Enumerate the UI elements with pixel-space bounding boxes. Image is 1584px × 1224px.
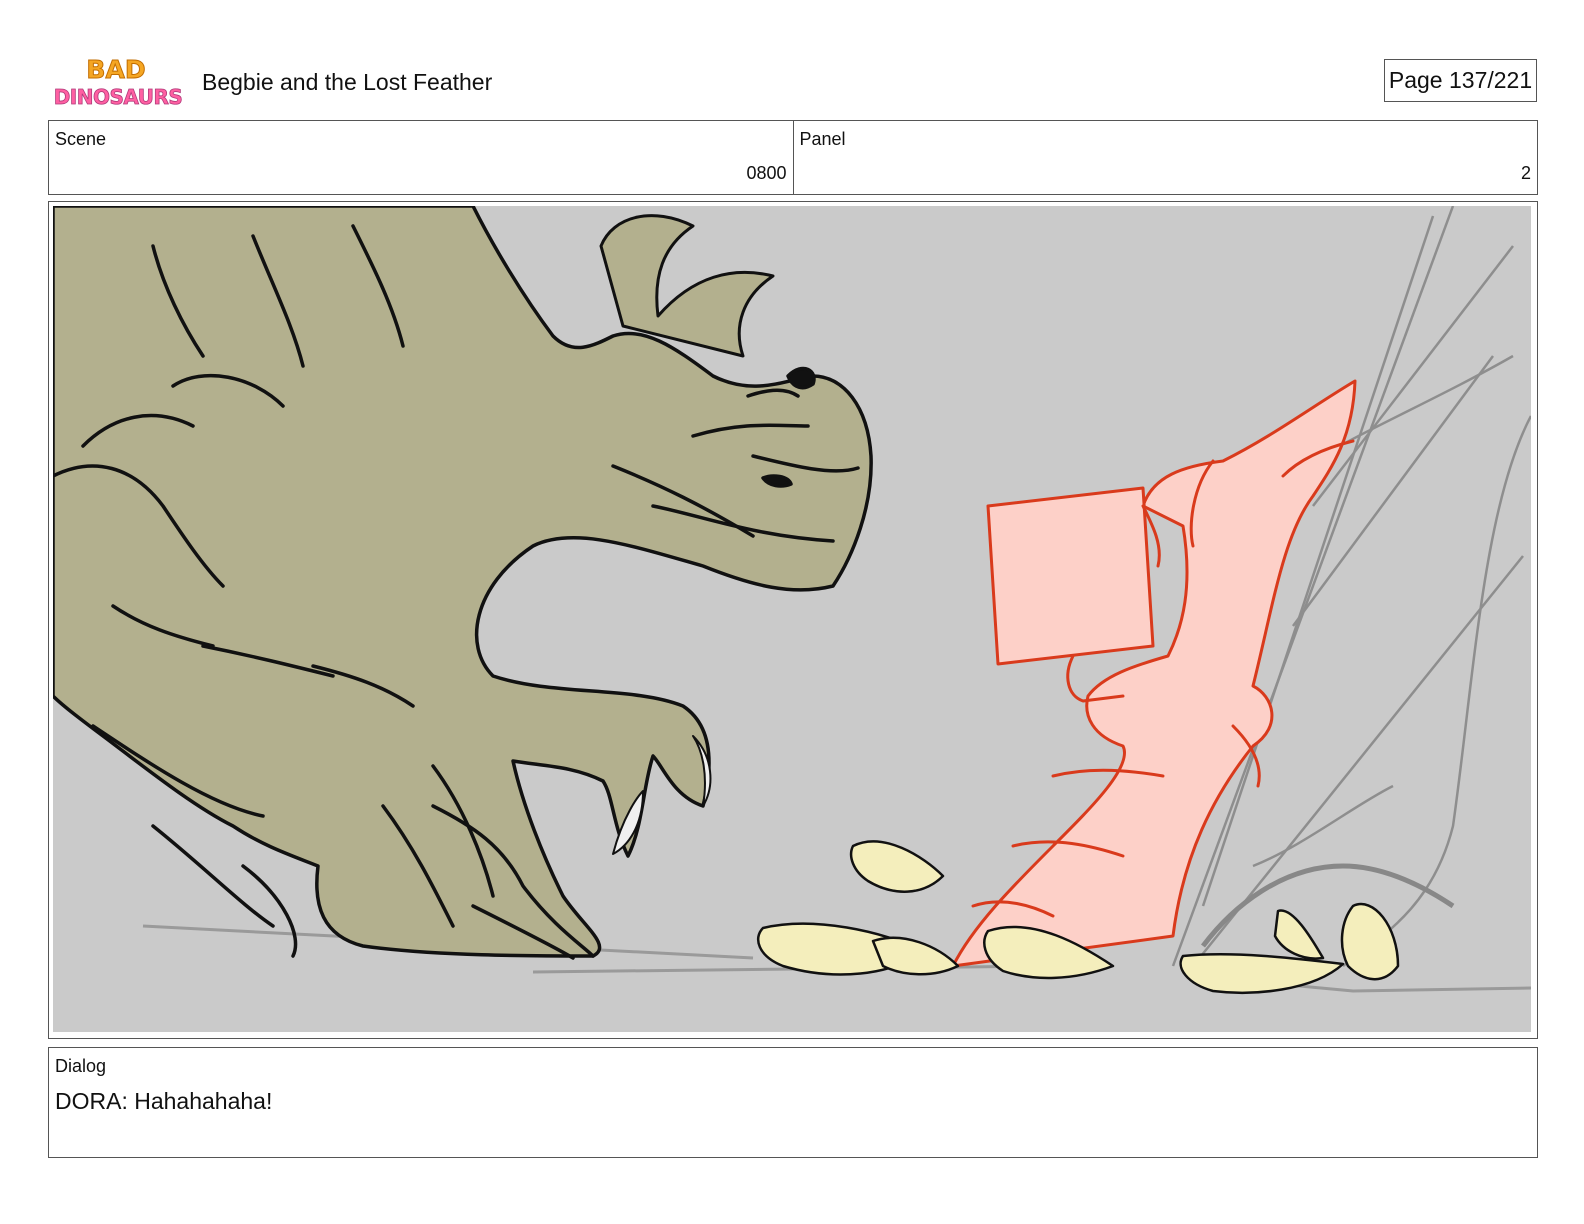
panel-label: Panel xyxy=(799,129,846,149)
dialog-box: Dialog DORA: Hahahahaha! xyxy=(48,1047,1538,1158)
scene-cell: Scene 0800 xyxy=(49,121,793,194)
scene-number: 0800 xyxy=(746,163,787,183)
panel-number: 2 xyxy=(1520,163,1531,183)
page-indicator: Page 137/221 xyxy=(1384,59,1537,102)
scene-panel-row: Scene 0800 Panel 2 xyxy=(48,120,1538,195)
storyboard-title: Begbie and the Lost Feather xyxy=(202,69,493,95)
storyboard-illustration xyxy=(53,206,1531,1032)
svg-text:DINOSAURS: DINOSAURS xyxy=(54,85,183,109)
dialog-label: Dialog xyxy=(55,1056,107,1076)
dialog-text: DORA: Hahahahaha! xyxy=(55,1088,273,1114)
bad-dinosaurs-logo: BAD DINOSAURS xyxy=(53,55,183,110)
svg-text:BAD: BAD xyxy=(86,55,145,84)
storyboard-frame xyxy=(48,201,1538,1039)
scene-label: Scene xyxy=(55,129,107,149)
panel-cell: Panel 2 xyxy=(792,121,1538,194)
